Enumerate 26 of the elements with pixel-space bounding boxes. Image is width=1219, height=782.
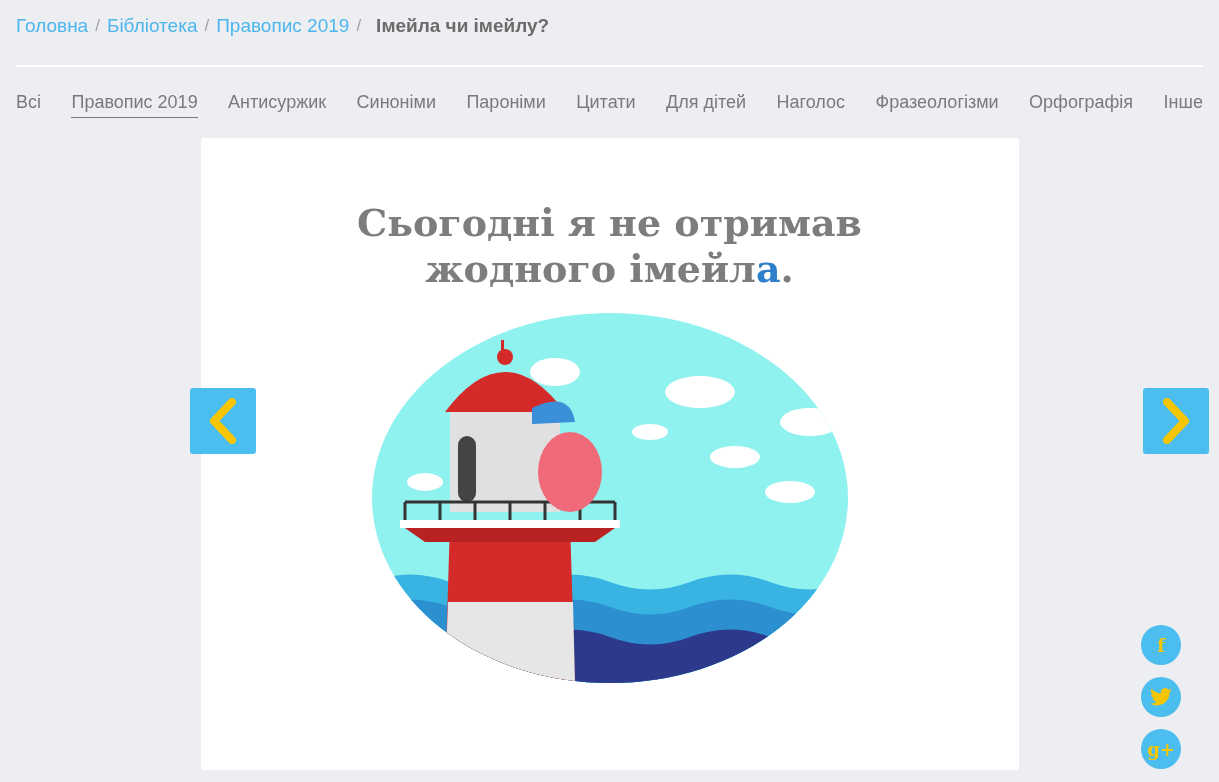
card-caption: жодного імейла. (424, 246, 795, 292)
category-tab[interactable]: Синоніми (356, 89, 436, 118)
breadcrumb-current: Імейла чи імейлу? (376, 13, 550, 38)
bird-icon (1150, 688, 1172, 706)
breadcrumb-link[interactable]: Правопис 2019 (216, 11, 350, 41)
breadcrumb-separator: / (356, 15, 362, 38)
category-tab[interactable]: Наголос (776, 89, 846, 118)
card-caption: Сьогодні я не отримав (357, 200, 862, 246)
next-button[interactable] (1143, 388, 1209, 454)
category-tab[interactable]: Фразеологізми (875, 89, 999, 118)
breadcrumb-separator: / (95, 15, 100, 38)
previous-button[interactable] (190, 388, 256, 454)
category-tab[interactable]: Пароніми (466, 89, 546, 118)
category-tab[interactable]: Всі (16, 89, 41, 118)
breadcrumb-link[interactable]: Бібліотека (106, 11, 198, 41)
category-tab[interactable]: Інше (1163, 89, 1203, 118)
category-tab[interactable]: Правопис 2019 (71, 89, 198, 118)
category-tab[interactable]: Орфографія (1029, 89, 1134, 118)
category-tab[interactable]: Антисуржик (228, 89, 327, 118)
twitter-button[interactable] (1141, 677, 1181, 717)
category-tab[interactable]: Для дітей (666, 89, 747, 118)
breadcrumb-link[interactable]: Головна (16, 11, 89, 41)
breadcrumb-separator: / (204, 15, 210, 38)
chevron-left-icon (208, 398, 238, 444)
chevron-right-icon (1161, 398, 1191, 444)
category-tab[interactable]: Цитати (576, 89, 636, 118)
